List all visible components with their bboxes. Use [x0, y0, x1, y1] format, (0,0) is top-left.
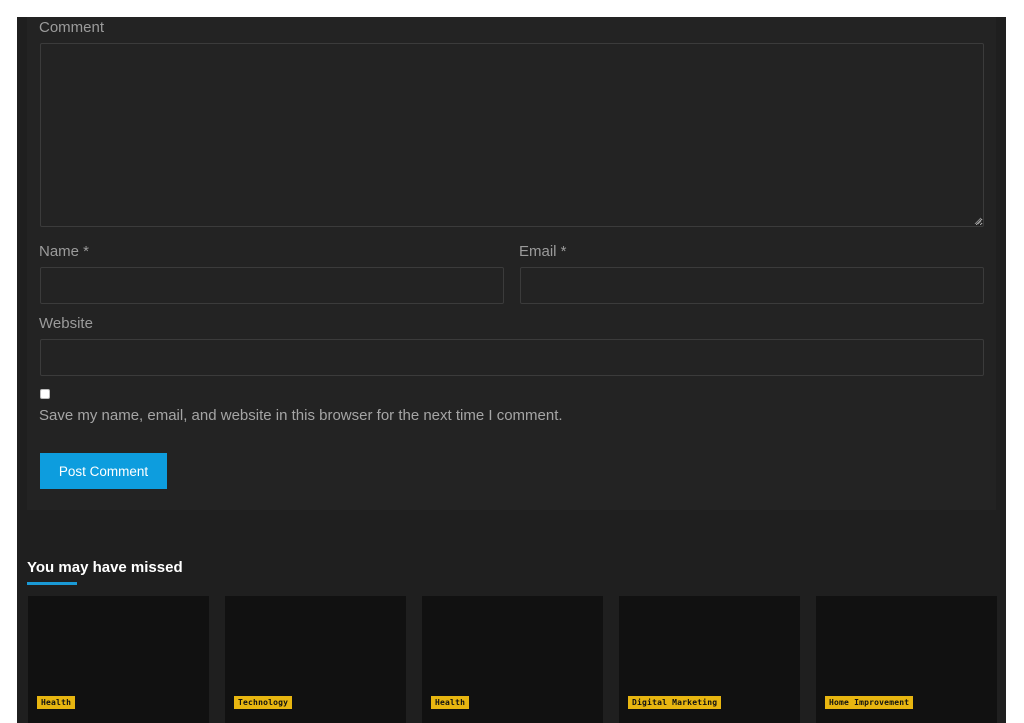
save-info-checkbox[interactable] — [40, 389, 50, 399]
save-info-label: Save my name, email, and website in this… — [39, 407, 563, 424]
category-badge[interactable]: Health — [37, 696, 76, 709]
post-card[interactable]: Health — [28, 596, 209, 723]
post-card[interactable]: Technology — [225, 596, 406, 723]
website-field[interactable] — [40, 339, 984, 376]
website-label: Website — [39, 315, 93, 332]
comment-textarea[interactable] — [40, 43, 984, 227]
category-badge[interactable]: Technology — [234, 696, 293, 709]
post-comment-button[interactable]: Post Comment — [40, 453, 167, 489]
post-card[interactable]: Health — [422, 596, 603, 723]
name-field[interactable] — [40, 267, 504, 304]
post-card[interactable]: Home Improvement — [816, 596, 997, 723]
section-title: You may have missed — [27, 559, 183, 576]
post-card[interactable]: Digital Marketing — [619, 596, 800, 723]
name-label: Name * — [39, 243, 90, 260]
category-badge[interactable]: Home Improvement — [825, 696, 914, 709]
category-badge[interactable]: Digital Marketing — [628, 696, 722, 709]
email-label: Email * — [519, 243, 567, 260]
resize-grip-icon[interactable] — [972, 215, 982, 225]
comment-label: Comment — [39, 19, 105, 36]
category-badge[interactable]: Health — [431, 696, 470, 709]
section-title-underline — [27, 582, 77, 585]
email-field[interactable] — [520, 267, 984, 304]
